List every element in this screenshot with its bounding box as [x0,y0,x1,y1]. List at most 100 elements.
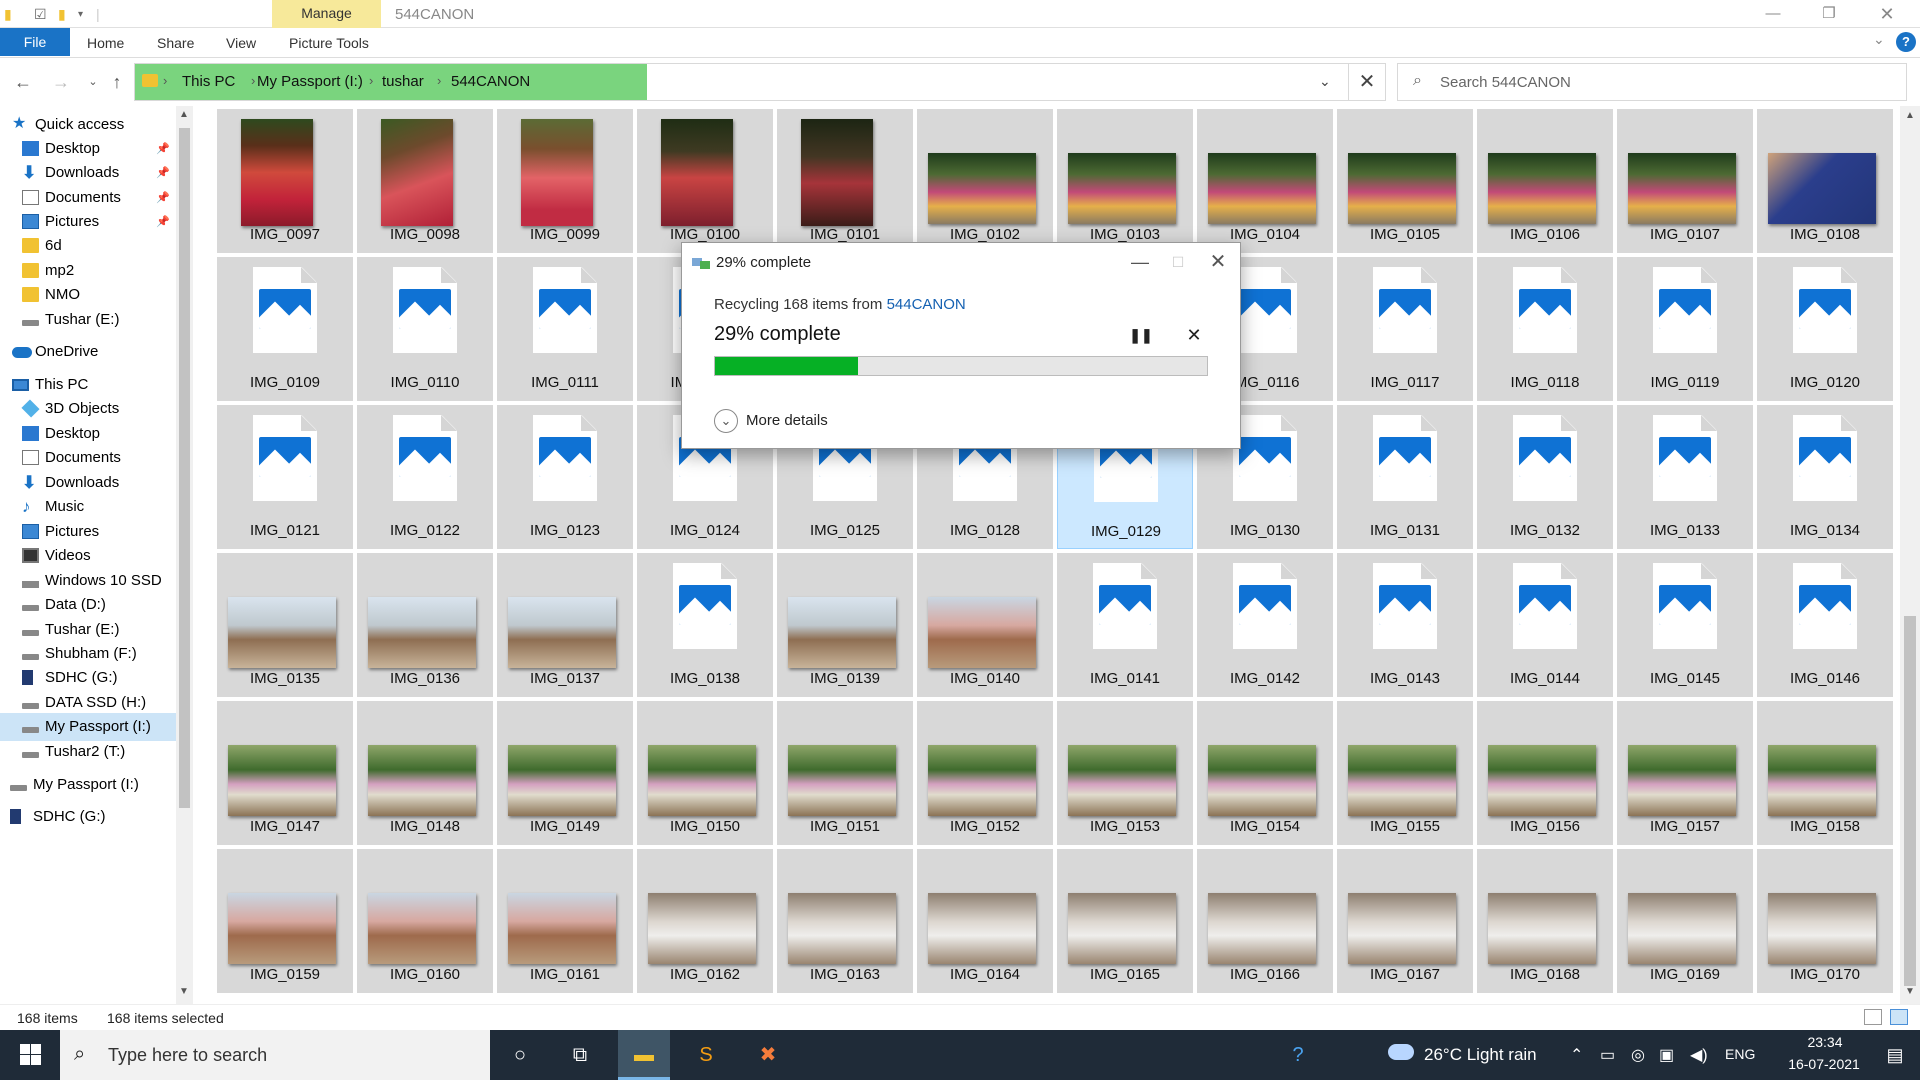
file-tile[interactable]: IMG_0160 [357,849,493,993]
file-tile[interactable]: IMG_0133 [1617,405,1753,549]
dialog-folder-link[interactable]: 544CANON [887,296,966,313]
file-tile[interactable]: IMG_0149 [497,701,633,845]
file-tile[interactable]: IMG_0146 [1757,553,1893,697]
chevron-right-icon[interactable]: › [369,73,373,88]
scroll-up-icon[interactable]: ▲ [1905,110,1915,121]
volume-icon[interactable]: ◀) [1690,1045,1708,1065]
file-tile[interactable]: IMG_0166 [1197,849,1333,993]
file-tile[interactable]: IMG_0155 [1337,701,1473,845]
nav-item-onedrive[interactable]: OneDrive [0,338,178,366]
scroll-up-icon[interactable]: ▲ [179,109,189,120]
tab-home[interactable]: Home [87,35,124,51]
nav-item-6d[interactable]: 6d [0,232,178,260]
file-tile[interactable]: IMG_0145 [1617,553,1753,697]
file-tile[interactable]: IMG_0144 [1477,553,1613,697]
task-view-icon[interactable]: ⧉ [554,1030,606,1080]
battery-icon[interactable]: ▭ [1600,1045,1615,1065]
network-icon[interactable]: ◎ [1631,1045,1645,1065]
ribbon-expand-icon[interactable]: ⌄ [1873,31,1885,48]
dialog-maximize-button[interactable]: ☐ [1158,249,1198,275]
nav-item-music[interactable]: ♪ Music [0,493,178,521]
forward-button[interactable]: → [48,69,74,95]
file-tile[interactable]: IMG_0168 [1477,849,1613,993]
file-tile[interactable]: IMG_0169 [1617,849,1753,993]
file-tile[interactable]: IMG_0131 [1337,405,1473,549]
file-tile[interactable]: IMG_0138 [637,553,773,697]
nav-item-tushar2-t[interactable]: Tushar2 (T:) [0,738,178,766]
content-scrollbar[interactable]: ▲ ▼ [1900,106,1920,1004]
sublime-text-icon[interactable]: S [680,1030,732,1080]
chevron-right-icon[interactable]: › [251,73,255,88]
cancel-button[interactable]: ✕ [1181,323,1207,347]
file-tile[interactable]: IMG_0143 [1337,553,1473,697]
dialog-minimize-button[interactable]: — [1120,249,1160,275]
nav-item-my-passport-i[interactable]: My Passport (I:) [0,713,178,741]
file-explorer-icon[interactable]: ▬ [618,1030,670,1080]
breadcrumb-tushar[interactable]: tushar [382,73,424,90]
file-tile[interactable]: IMG_0119 [1617,257,1753,401]
file-tile[interactable]: IMG_0105 [1337,109,1473,253]
search-box[interactable]: ⌕ [1397,63,1907,101]
file-tile[interactable]: IMG_0137 [497,553,633,697]
tab-picture-tools[interactable]: Picture Tools [289,35,369,51]
file-tile[interactable]: IMG_0147 [217,701,353,845]
file-tile[interactable]: IMG_0141 [1057,553,1193,697]
file-tile[interactable]: IMG_0167 [1337,849,1473,993]
address-bar[interactable]: › This PC › My Passport (I:) › tushar › … [134,63,1386,101]
file-tile[interactable]: IMG_0148 [357,701,493,845]
file-tile[interactable]: IMG_0100 [637,109,773,253]
file-tile[interactable]: IMG_0122 [357,405,493,549]
new-folder-icon[interactable]: ▮ [58,6,66,23]
pause-button[interactable]: ❚❚ [1128,323,1154,347]
nav-item-videos[interactable]: Videos [0,542,178,570]
file-tile[interactable]: IMG_0152 [917,701,1053,845]
minimize-button[interactable]: — [1750,0,1796,28]
more-details-label[interactable]: More details [746,412,828,429]
file-tile[interactable]: IMG_0142 [1197,553,1333,697]
file-tile[interactable]: IMG_0158 [1757,701,1893,845]
nav-item-downloads[interactable]: ⬇ Downloads 📌 [0,159,178,187]
clear-address-button[interactable]: ✕ [1348,63,1386,101]
nav-item-nmo[interactable]: NMO [0,281,178,309]
breadcrumb-this-pc[interactable]: This PC [182,73,235,90]
file-tile[interactable]: IMG_0170 [1757,849,1893,993]
file-tile[interactable]: IMG_0132 [1477,405,1613,549]
nav-item-documents[interactable]: Documents [0,444,178,472]
nav-item-sdhc-g[interactable]: SDHC (G:) [0,803,178,831]
file-tile[interactable]: IMG_0109 [217,257,353,401]
file-tile[interactable]: IMG_0098 [357,109,493,253]
file-tile[interactable]: IMG_0101 [777,109,913,253]
taskbar-search[interactable]: ⌕ [60,1030,490,1080]
tab-file[interactable]: File [0,28,70,56]
restore-button[interactable]: ❐ [1806,0,1852,28]
breadcrumb-544canon[interactable]: 544CANON [451,73,530,90]
recent-locations-icon[interactable]: ⌄ [80,69,106,95]
chevron-down-icon[interactable]: ⌄ [714,409,738,433]
file-tile[interactable]: IMG_0110 [357,257,493,401]
taskbar-search-input[interactable] [108,1040,478,1070]
scroll-down-icon[interactable]: ▼ [179,986,189,997]
file-tile[interactable]: IMG_0163 [777,849,913,993]
manage-tab[interactable]: Manage [272,0,381,28]
scroll-down-icon[interactable]: ▼ [1905,986,1915,997]
file-tile[interactable]: IMG_0140 [917,553,1053,697]
file-tile[interactable]: IMG_0161 [497,849,633,993]
up-button[interactable]: ↑ [104,69,130,95]
nav-item-3d-objects[interactable]: 3D Objects [0,395,178,423]
file-tile[interactable]: IMG_0102 [917,109,1053,253]
file-tile[interactable]: IMG_0121 [217,405,353,549]
file-tile[interactable]: IMG_0150 [637,701,773,845]
cloud-rain-icon[interactable] [1388,1044,1414,1060]
chevron-right-icon[interactable]: › [437,73,441,88]
weather-text[interactable]: 26°C Light rain [1424,1045,1537,1065]
properties-checkbox-icon[interactable]: ☑ [34,6,47,23]
back-button[interactable]: ← [10,69,36,95]
nav-scrollbar[interactable]: ▲ ▼ [176,106,193,1004]
chevron-right-icon[interactable]: › [163,73,167,88]
camera-icon[interactable]: ▣ [1659,1045,1674,1065]
file-tile[interactable]: IMG_0162 [637,849,773,993]
nav-item-data-d[interactable]: Data (D:) [0,591,178,619]
cortana-icon[interactable]: ○ [494,1030,546,1080]
chevron-up-icon[interactable]: ⌃ [1570,1045,1583,1065]
nav-item-sdhc-g[interactable]: SDHC (G:) [0,664,178,692]
